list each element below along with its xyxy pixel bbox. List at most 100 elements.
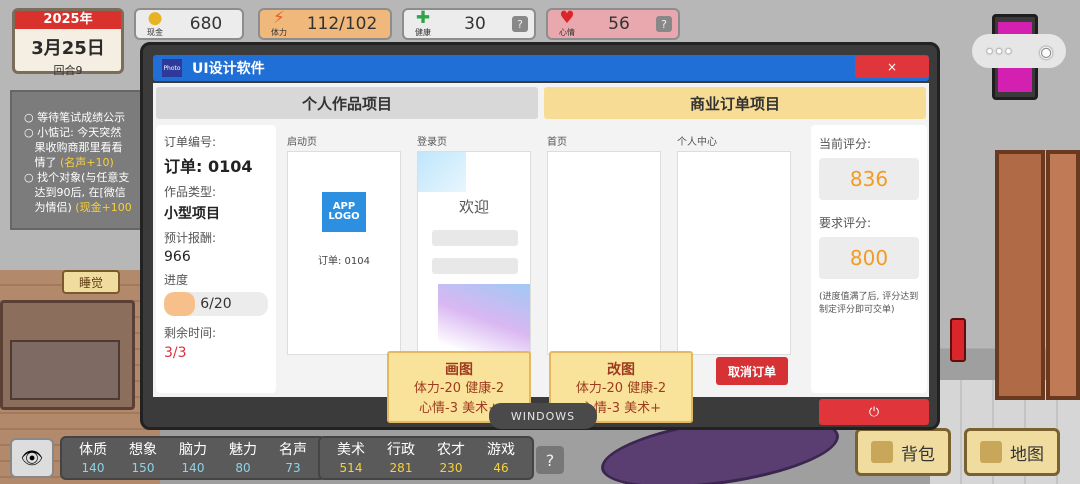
miniapp-capsule[interactable]: ••• ◉ xyxy=(972,34,1066,68)
close-button[interactable]: × xyxy=(855,56,929,78)
coin-icon: ● 现金 xyxy=(147,8,163,38)
map-icon xyxy=(980,441,1002,463)
skill-label: 行政 xyxy=(387,442,415,458)
skill-value: 281 xyxy=(389,461,413,475)
ui-design-app-window: Photo UI设计软件 × 个人作品项目 商业订单项目 订单编号: 订单: 0… xyxy=(140,42,940,430)
required-score-label: 要求评分: xyxy=(819,216,872,230)
mood-label: 心情 xyxy=(559,28,575,37)
message-log: ○ 等待笔试成绩公示 ○ 小惦记: 今天突然 果收购商那里看看 情了 (名声+1… xyxy=(10,90,146,230)
door-frame xyxy=(1046,150,1080,400)
health-label: 健康 xyxy=(415,28,431,37)
energy-stat[interactable]: ⚡ 体力 112/102 xyxy=(258,8,392,40)
order-id-value: 订单: 0104 xyxy=(164,157,253,176)
door[interactable] xyxy=(995,150,1045,400)
power-button[interactable]: ⏻ xyxy=(819,399,929,425)
skill-label: 游戏 xyxy=(487,442,515,458)
app-icon: Photo xyxy=(162,59,182,77)
skill-value: 514 xyxy=(339,461,363,475)
map-button[interactable]: 地图 xyxy=(964,428,1060,476)
window-content: 个人作品项目 商业订单项目 订单编号: 订单: 0104 作品类型: 小型项目 … xyxy=(153,83,929,423)
attribute-item: 体质 140 xyxy=(68,440,118,476)
energy-value: 112/102 xyxy=(306,14,378,34)
bag-icon xyxy=(871,441,893,463)
progress-label: 进度 xyxy=(164,273,189,287)
message-item: 果收购商那里看看 xyxy=(34,141,123,154)
lightning-icon: ⚡ 体力 xyxy=(271,8,287,38)
bag-button[interactable]: 背包 xyxy=(855,428,951,476)
attribute-label: 想象 xyxy=(129,442,157,458)
current-score-label: 当前评分: xyxy=(819,137,872,151)
page-label: 登录页 xyxy=(417,137,447,148)
skill-label: 美术 xyxy=(337,442,365,458)
close-target-icon[interactable]: ◉ xyxy=(1039,42,1053,61)
windows-taskbar-button[interactable]: WINDOWS xyxy=(489,403,597,429)
skill-panel[interactable]: 美术 514 行政 281 农才 230 游戏 46 xyxy=(318,436,534,480)
attribute-item: 脑力 140 xyxy=(168,440,218,476)
help-icon[interactable]: ? xyxy=(536,446,564,474)
revise-title: 改图 xyxy=(607,362,635,378)
date-card: 2025年 3月25日 回合9 xyxy=(12,8,124,77)
skill-item: 农才 230 xyxy=(426,440,476,476)
skill-value: 230 xyxy=(439,461,463,475)
cash-value: 680 xyxy=(189,14,223,34)
health-help-icon[interactable]: ? xyxy=(512,16,528,32)
score-panel: 当前评分: 836 要求评分: 800 (进度值满了后, 评分达到制定评分即可交… xyxy=(811,125,927,393)
attribute-value: 80 xyxy=(235,461,251,475)
work-type-value: 小型项目 xyxy=(164,206,220,222)
window-title: UI设计软件 xyxy=(192,61,265,77)
attribute-value: 140 xyxy=(81,461,105,475)
tab-commercial-orders[interactable]: 商业订单项目 xyxy=(544,87,926,119)
page-label: 个人中心 xyxy=(677,137,717,148)
mood-value: 56 xyxy=(608,14,630,34)
attribute-label: 名声 xyxy=(279,442,307,458)
tab-personal-projects[interactable]: 个人作品项目 xyxy=(156,87,538,119)
login-field xyxy=(432,258,518,274)
page-splash: 启动页 APP LOGO 订单: 0104 xyxy=(287,133,403,355)
cash-stat[interactable]: ● 现金 680 xyxy=(134,8,244,40)
login-field xyxy=(432,230,518,246)
app-logo: APP LOGO xyxy=(322,192,366,232)
cash-label: 现金 xyxy=(147,28,163,37)
page-login: 登录页 欢迎 xyxy=(417,133,533,355)
message-item: 达到90后, 在[微信 xyxy=(34,186,126,199)
progress-text: 6/20 xyxy=(200,296,232,312)
message-item: ○ 等待笔试成绩公示 xyxy=(24,111,126,124)
heart-icon: ♥ 心情 xyxy=(559,8,575,38)
attribute-label: 脑力 xyxy=(179,442,207,458)
revise-cost-line1: 体力-20 健康-2 xyxy=(575,381,667,396)
blanket xyxy=(10,340,120,400)
attribute-value: 150 xyxy=(131,461,155,475)
health-stat[interactable]: ✚ 健康 30 ? xyxy=(402,8,536,40)
mood-stat[interactable]: ♥ 心情 56 ? xyxy=(546,8,680,40)
attribute-panel[interactable]: 体质 140 想象 150 脑力 140 魅力 80 名声 73 xyxy=(60,436,326,480)
required-score-value: 800 xyxy=(819,237,919,279)
draw-cost-line1: 体力-20 健康-2 xyxy=(413,381,505,396)
progress-bar: 6/20 xyxy=(164,292,268,316)
work-type-label: 作品类型: xyxy=(164,185,217,199)
order-info-card: 订单编号: 订单: 0104 作品类型: 小型项目 预计报酬: 966 进度 6… xyxy=(156,125,276,393)
login-page-card: 欢迎 xyxy=(417,151,531,355)
more-icon[interactable]: ••• xyxy=(985,42,1013,61)
skill-item: 美术 514 xyxy=(326,440,376,476)
skill-item: 游戏 46 xyxy=(476,440,526,476)
page-label: 首页 xyxy=(547,137,567,148)
attribute-label: 魅力 xyxy=(229,442,257,458)
date-year: 2025年 xyxy=(15,11,121,29)
score-note: (进度值满了后, 评分达到制定评分即可交单) xyxy=(819,292,919,315)
reward-label: 预计报酬: xyxy=(164,231,217,245)
mood-help-icon[interactable]: ? xyxy=(656,16,672,32)
cross-icon: ✚ 健康 xyxy=(415,8,431,38)
eye-icon[interactable]: 👁 xyxy=(10,438,54,478)
current-score-value: 836 xyxy=(819,158,919,200)
sleep-button[interactable]: 睡觉 xyxy=(62,270,120,294)
reward-value: 966 xyxy=(164,249,191,265)
login-gradient xyxy=(418,152,466,192)
profile-page-card xyxy=(677,151,791,355)
order-id-label: 订单编号: xyxy=(164,135,217,149)
attribute-value: 73 xyxy=(285,461,301,475)
message-item: 情了 (名声+10) xyxy=(34,156,114,169)
round-counter: 回合9 xyxy=(53,64,83,77)
remaining-time-label: 剩余时间: xyxy=(164,326,217,340)
draw-title: 画图 xyxy=(445,362,473,378)
cancel-order-button[interactable]: 取消订单 xyxy=(716,357,788,385)
